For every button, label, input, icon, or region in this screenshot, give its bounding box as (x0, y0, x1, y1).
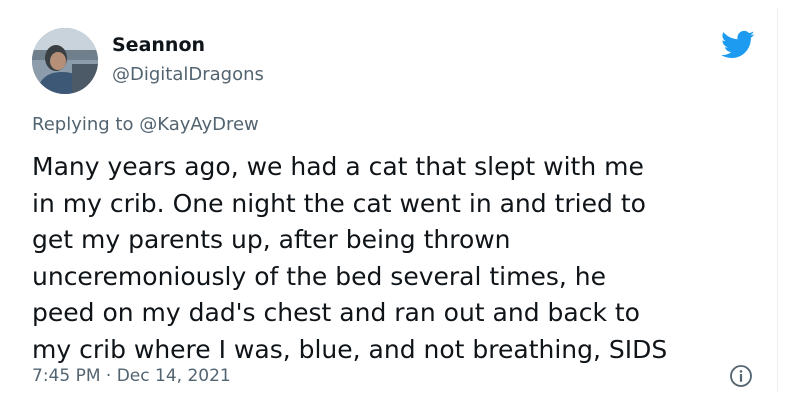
avatar-photo (32, 28, 98, 94)
reply-mention-link[interactable]: @KayAyDrew (139, 114, 259, 135)
tweet-card: Seannon @DigitalDragons Replying to @Kay… (10, 8, 778, 392)
info-icon[interactable] (729, 364, 753, 388)
author-name[interactable]: Seannon (112, 34, 205, 56)
twitter-bird-icon[interactable] (721, 30, 755, 60)
tweet-timestamp[interactable]: 7:45 PM · Dec 14, 2021 (32, 366, 231, 386)
reply-prefix: Replying to (32, 114, 140, 135)
avatar[interactable] (32, 28, 98, 94)
tweet-text: Many years ago, we had a cat that slept … (32, 152, 668, 364)
author-handle[interactable]: @DigitalDragons (112, 64, 264, 85)
reply-context: Replying to @KayAyDrew (32, 114, 259, 135)
